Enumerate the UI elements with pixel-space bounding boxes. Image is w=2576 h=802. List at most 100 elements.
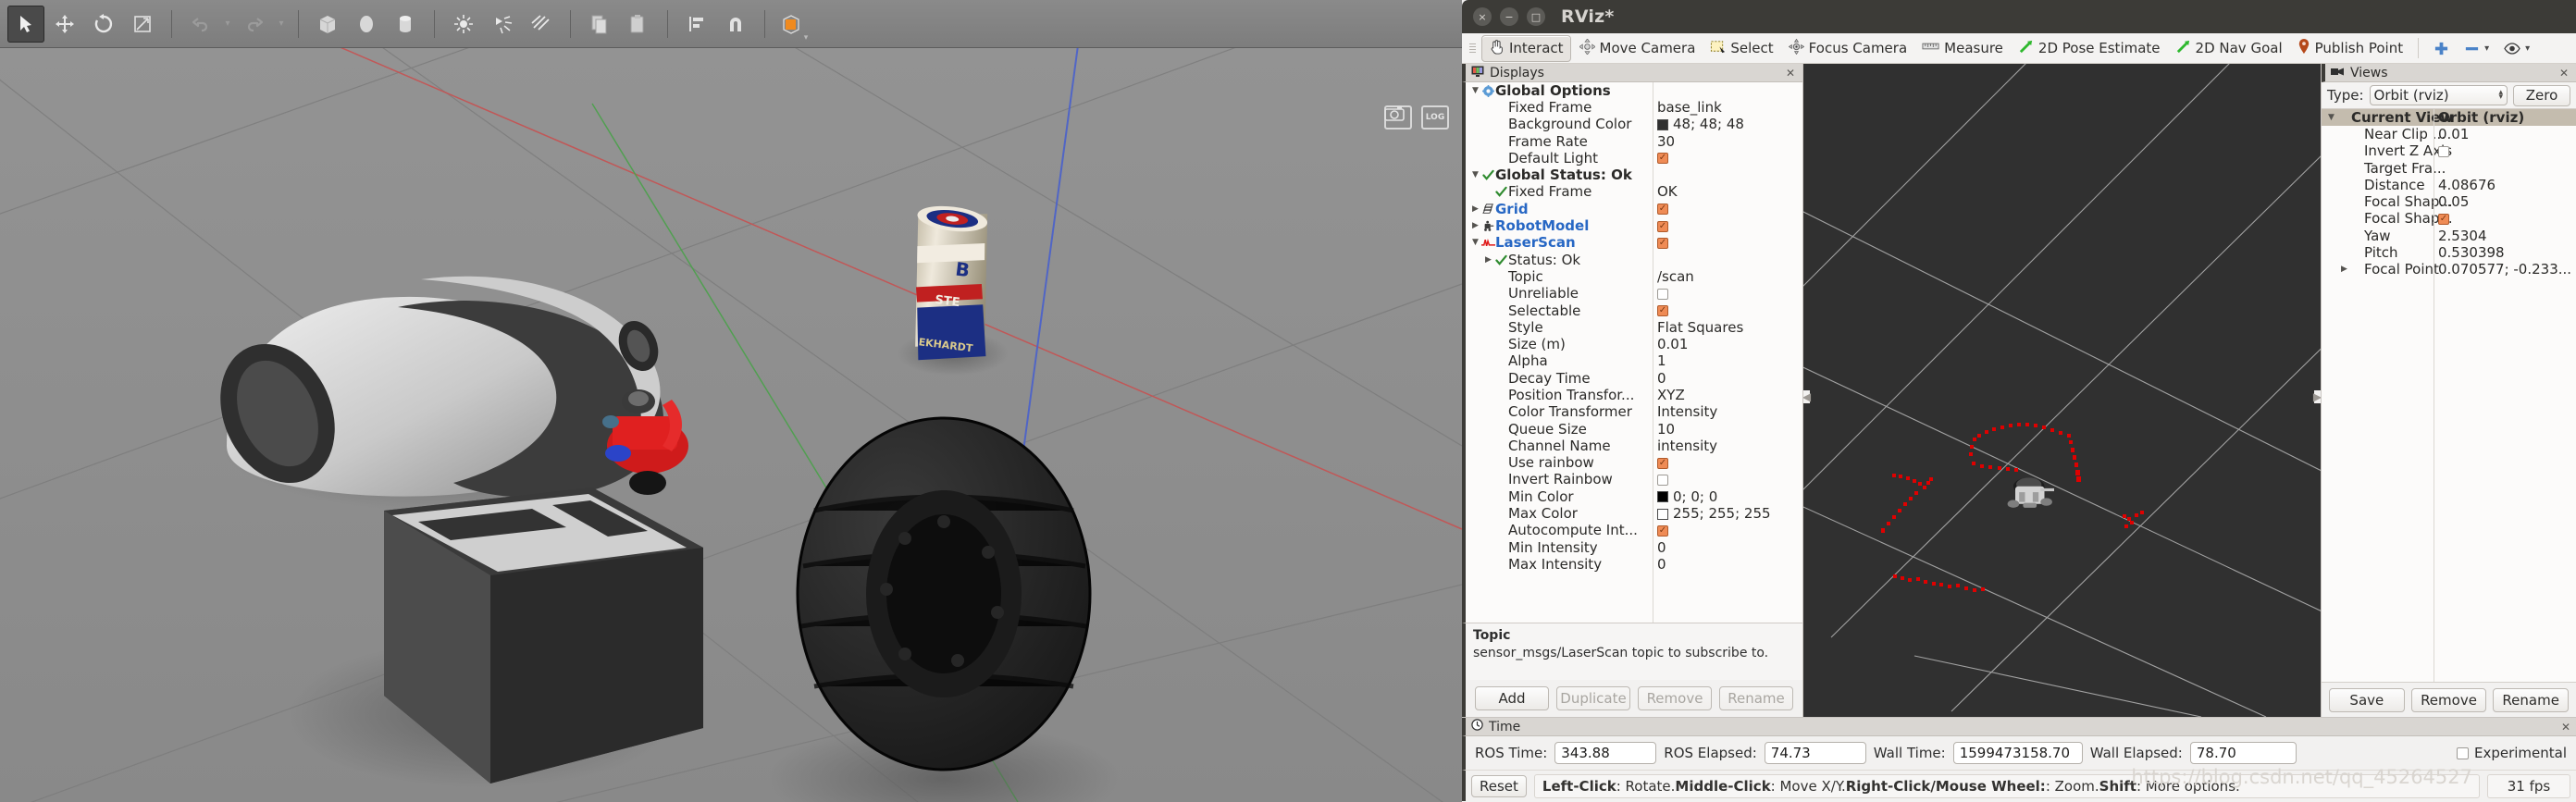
views-tree-row[interactable]: Target Fra... [2322, 160, 2576, 177]
view-angle-button[interactable]: ▾ [775, 6, 812, 43]
expand-arrow[interactable]: ▶ [1469, 204, 1481, 214]
display-tree-row[interactable]: Use rainbow ✓ [1466, 455, 1802, 472]
views-tree-row[interactable]: Focal Shap... 0.05 [2322, 193, 2576, 210]
display-tree-row[interactable]: Alpha 1 [1466, 353, 1802, 370]
expand-arrow[interactable]: ▶ [2338, 265, 2350, 274]
chevron-down-icon[interactable]: ▾ [2484, 43, 2489, 54]
color-swatch[interactable] [1657, 118, 1668, 130]
display-tree-row[interactable]: Background Color 48; 48; 48 [1466, 117, 1802, 133]
remove-tool-button[interactable]: ▾ [2458, 41, 2496, 56]
remove-display-button[interactable]: Remove [1638, 686, 1712, 710]
views-tree-row[interactable]: Yaw 2.5304 [2322, 228, 2576, 244]
spinner-arrows-icon[interactable]: ▴ ▾ [2498, 89, 2503, 102]
rviz-3d-viewport[interactable]: ◀ ▶ [1803, 64, 2321, 717]
display-tree-row[interactable]: ▼ Global Options [1466, 82, 1802, 99]
screenshot-icon[interactable] [1384, 105, 1412, 130]
display-tree-row[interactable]: Fixed Frame OK [1466, 184, 1802, 201]
add-display-button[interactable]: Add [1475, 686, 1549, 710]
insert-box-button[interactable] [309, 6, 346, 43]
wall-elapsed-field[interactable]: 78.70 [2189, 742, 2297, 764]
display-tree-row[interactable]: Frame Rate 30 [1466, 133, 1802, 150]
tool-focus-camera[interactable]: Focus Camera [1782, 36, 1913, 61]
insert-sphere-button[interactable] [348, 6, 385, 43]
checkbox-checked[interactable]: ✓ [1657, 524, 1668, 537]
display-tree-row[interactable]: Channel Name intensity [1466, 438, 1802, 454]
checkbox-checked[interactable]: ✓ [1657, 220, 1668, 232]
checkbox-checked[interactable]: ✓ [1657, 457, 1668, 469]
undo-button[interactable] [182, 6, 219, 43]
wall-time-field[interactable]: 1599473158.70 [1952, 742, 2083, 764]
toolbar-drag-handle[interactable] [1469, 38, 1476, 58]
displays-tree[interactable]: ▼ Global Options Fixed Frame base_link Backg… [1462, 82, 1802, 623]
expand-arrow[interactable]: ▼ [1469, 239, 1481, 247]
views-tree-row[interactable]: Distance 4.08676 [2322, 177, 2576, 193]
display-tree-row[interactable]: Topic/scan [1466, 268, 1802, 285]
tool-publish-point[interactable]: Publish Point [2291, 35, 2409, 61]
display-tree-row[interactable]: Position Transfor... XYZ [1466, 387, 1802, 403]
display-tree-row[interactable]: ▶ Status: Ok [1466, 252, 1802, 268]
chevron-down-icon[interactable]: ▾ [2525, 43, 2530, 54]
display-tree-row[interactable]: Color Transformer Intensity [1466, 404, 1802, 421]
insert-spot-light-button[interactable] [484, 6, 521, 43]
color-swatch[interactable] [1657, 491, 1668, 503]
expand-arrow[interactable]: ▼ [1469, 86, 1481, 95]
checkbox-unchecked[interactable]: ✓ [1657, 288, 1668, 300]
display-tree-row[interactable]: Queue Size 10 [1466, 421, 1802, 438]
display-tree-row[interactable]: Max Intensity 0 [1466, 556, 1802, 573]
display-tree-row[interactable]: ▼ LaserScan ✓ [1466, 235, 1802, 252]
translate-tool[interactable] [46, 6, 83, 43]
display-tree-row[interactable]: Max Color 255; 255; 255 [1466, 505, 1802, 522]
close-views-panel-button[interactable]: ✕ [2559, 67, 2570, 80]
views-tree[interactable]: ▼ Current View Orbit (rviz) Near Clip ... 0.… [2322, 108, 2576, 682]
copy-button[interactable] [581, 6, 618, 43]
scale-tool[interactable] [124, 6, 161, 43]
tool-properties-button[interactable]: ▾ [2497, 40, 2536, 57]
views-tree-row[interactable]: ▼ Current View Orbit (rviz) [2322, 109, 2576, 127]
maximize-window-button[interactable]: □ [1527, 7, 1545, 26]
checkbox-checked[interactable]: ✓ [1657, 305, 1668, 316]
views-tree-row[interactable]: Invert Z Axis✓ [2322, 143, 2576, 160]
save-view-button[interactable]: Save [2329, 687, 2405, 712]
display-tree-row[interactable]: Fixed Frame base_link [1466, 99, 1802, 116]
insert-directional-light-button[interactable] [523, 6, 560, 43]
display-tree-row[interactable]: Default Light ✓ [1466, 150, 1802, 167]
tool-measure[interactable]: Measure [1915, 37, 2010, 59]
checkbox-checked[interactable]: ✓ [2438, 213, 2449, 225]
duplicate-display-button[interactable]: Duplicate [1556, 686, 1630, 710]
select-arrow-tool[interactable] [7, 5, 44, 43]
color-swatch[interactable] [1657, 508, 1668, 520]
display-tree-row[interactable]: Unreliable ✓ [1466, 286, 1802, 302]
gazebo-3d-viewport[interactable]: B STE EKHARDT LOG [0, 48, 1462, 802]
rename-view-button[interactable]: Rename [2493, 687, 2570, 712]
log-icon[interactable]: LOG [1421, 105, 1449, 130]
checkbox-unchecked[interactable]: ✓ [2438, 145, 2449, 157]
rename-display-button[interactable]: Rename [1719, 686, 1793, 710]
redo-button[interactable] [236, 6, 273, 43]
tool-2d-nav-goal[interactable]: 2D Nav Goal [2169, 36, 2289, 61]
tool-select[interactable]: Select [1703, 36, 1779, 61]
display-tree-row[interactable]: Selectable ✓ [1466, 302, 1802, 319]
right-splitter-handle[interactable]: ▶ [2313, 390, 2321, 403]
display-tree-row[interactable]: ▶ Grid ✓ [1466, 201, 1802, 217]
expand-arrow[interactable]: ▶ [1482, 255, 1494, 265]
display-tree-row[interactable]: Invert Rainbow ✓ [1466, 472, 1802, 488]
checkbox-checked[interactable]: ✓ [1657, 153, 1668, 165]
add-tool-button[interactable] [2427, 38, 2456, 59]
close-window-button[interactable]: × [1473, 7, 1492, 26]
display-tree-row[interactable]: Style Flat Squares [1466, 319, 1802, 336]
display-tree-row[interactable]: ▼ Global Status: Ok [1466, 167, 1802, 183]
tool-2d-pose-estimate[interactable]: 2D Pose Estimate [2012, 36, 2167, 61]
display-tree-row[interactable]: Decay Time 0 [1466, 370, 1802, 387]
display-tree-row[interactable]: Min Color 0; 0; 0 [1466, 488, 1802, 505]
remove-view-button[interactable]: Remove [2410, 687, 2487, 712]
close-time-panel-button[interactable]: ✕ [2561, 721, 2570, 734]
display-tree-row[interactable]: Autocompute Int... ✓ [1466, 523, 1802, 539]
experimental-checkbox[interactable] [2456, 746, 2469, 759]
display-tree-row[interactable]: Size (m) 0.01 [1466, 336, 1802, 352]
views-tree-row[interactable]: Focal Shap... ✓ [2322, 211, 2576, 228]
paste-button[interactable] [620, 6, 657, 43]
left-splitter-handle[interactable]: ◀ [1803, 390, 1811, 403]
snap-button[interactable] [717, 6, 754, 43]
tool-move-camera[interactable]: Move Camera [1573, 36, 1703, 61]
tool-interact[interactable]: Interact [1481, 34, 1571, 62]
